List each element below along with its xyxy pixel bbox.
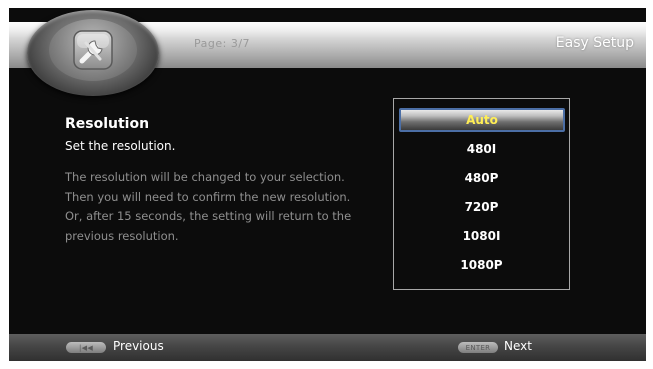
next-button[interactable]: Next (504, 339, 532, 353)
resolution-option-1080p[interactable]: 1080P (394, 253, 569, 277)
resolution-option-auto[interactable]: Auto (399, 108, 565, 132)
section-description: The resolution will be changed to your s… (65, 170, 352, 243)
setup-logo (27, 10, 159, 96)
enter-key-icon: ENTER (458, 342, 498, 353)
screen-title: Easy Setup (555, 35, 634, 51)
section-title: Resolution (65, 116, 150, 132)
footer-bar: |◀◀ Previous ENTER Next (9, 334, 646, 361)
resolution-option-720p[interactable]: 720P (394, 195, 569, 219)
resolution-option-1080i[interactable]: 1080I (394, 224, 569, 248)
easy-setup-screen: Page: 3/7 Easy Setup Resolution Set the … (9, 8, 646, 361)
setup-logo-inner (49, 19, 137, 81)
resolution-options-list: Auto 480I 480P 720P 1080I 1080P (393, 98, 570, 290)
resolution-option-480p[interactable]: 480P (394, 166, 569, 190)
section-subtitle: Set the resolution. (65, 139, 176, 153)
settings-wrench-icon (73, 30, 113, 70)
previous-button[interactable]: Previous (113, 339, 164, 353)
resolution-option-480i[interactable]: 480I (394, 137, 569, 161)
previous-key-icon: |◀◀ (66, 342, 106, 353)
page-indicator: Page: 3/7 (194, 37, 251, 50)
